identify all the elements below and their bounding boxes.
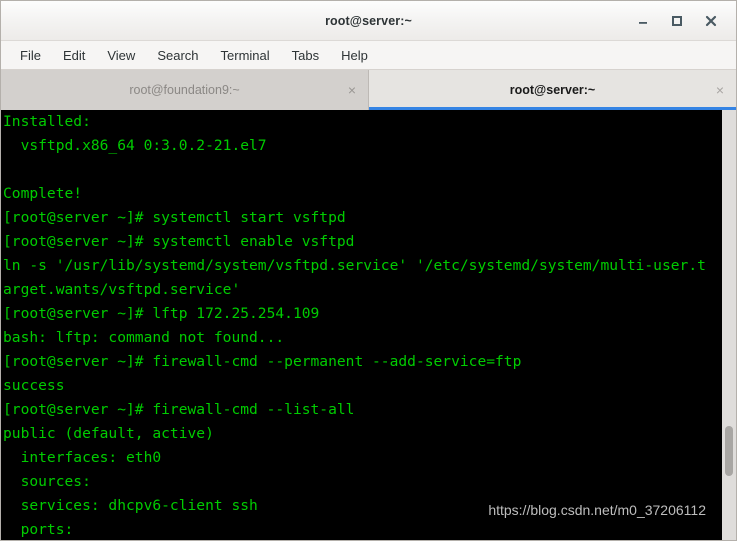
scrollbar-thumb[interactable] [725, 426, 733, 476]
tab-foundation9[interactable]: root@foundation9:~ × [1, 70, 369, 110]
terminal-line: [root@server ~]# firewall-cmd --list-all [3, 401, 355, 418]
menu-item-tabs[interactable]: Tabs [281, 45, 330, 66]
menu-bar: File Edit View Search Terminal Tabs Help [1, 41, 736, 70]
tab-label: root@server:~ [509, 83, 596, 97]
terminal-line: ln -s '/usr/lib/systemd/system/vsftpd.se… [3, 257, 706, 274]
terminal-line: [root@server ~]# firewall-cmd --permanen… [3, 353, 522, 370]
title-bar: root@server:~ [1, 1, 736, 41]
terminal-line: ports: [3, 521, 74, 538]
terminal-body: Installed: vsftpd.x86_64 0:3.0.2-21.el7 C… [1, 110, 736, 540]
tab-close-icon[interactable]: × [716, 83, 724, 97]
terminal-line: Installed: [3, 113, 91, 130]
terminal-line: arget.wants/vsftpd.service' [3, 281, 241, 298]
maximize-icon[interactable] [668, 12, 686, 30]
terminal-line: vsftpd.x86_64 0:3.0.2-21.el7 [3, 137, 267, 154]
terminal-scrollbar[interactable] [722, 110, 736, 540]
terminal-line: services: dhcpv6-client ssh [3, 497, 258, 514]
terminal-line: sources: [3, 473, 91, 490]
menu-item-help[interactable]: Help [330, 45, 379, 66]
tab-server[interactable]: root@server:~ × [369, 70, 736, 110]
window-controls [634, 1, 730, 40]
terminal-line: [root@server ~]# systemctl start vsftpd [3, 209, 346, 226]
terminal-line: interfaces: eth0 [3, 449, 162, 466]
terminal-output-area[interactable]: Installed: vsftpd.x86_64 0:3.0.2-21.el7 C… [1, 110, 722, 540]
tab-label: root@foundation9:~ [129, 83, 240, 97]
terminal-window: root@server:~ File Edit View Search Term… [0, 0, 737, 541]
menu-item-edit[interactable]: Edit [52, 45, 96, 66]
minimize-icon[interactable] [634, 12, 652, 30]
tab-close-icon[interactable]: × [348, 83, 356, 97]
menu-item-terminal[interactable]: Terminal [210, 45, 281, 66]
terminal-line: [root@server ~]# systemctl enable vsftpd [3, 233, 355, 250]
tab-bar: root@foundation9:~ × root@server:~ × [1, 70, 736, 110]
terminal-line: Complete! [3, 185, 83, 202]
terminal-line: success [3, 377, 65, 394]
terminal-line: [root@server ~]# lftp 172.25.254.109 [3, 305, 320, 322]
terminal-text: Installed: vsftpd.x86_64 0:3.0.2-21.el7 C… [3, 110, 722, 540]
menu-item-file[interactable]: File [9, 45, 52, 66]
menu-item-search[interactable]: Search [146, 45, 209, 66]
menu-item-view[interactable]: View [96, 45, 146, 66]
window-title: root@server:~ [325, 13, 412, 28]
close-icon[interactable] [702, 12, 720, 30]
terminal-line: bash: lftp: command not found... [3, 329, 285, 346]
terminal-line: public (default, active) [3, 425, 214, 442]
